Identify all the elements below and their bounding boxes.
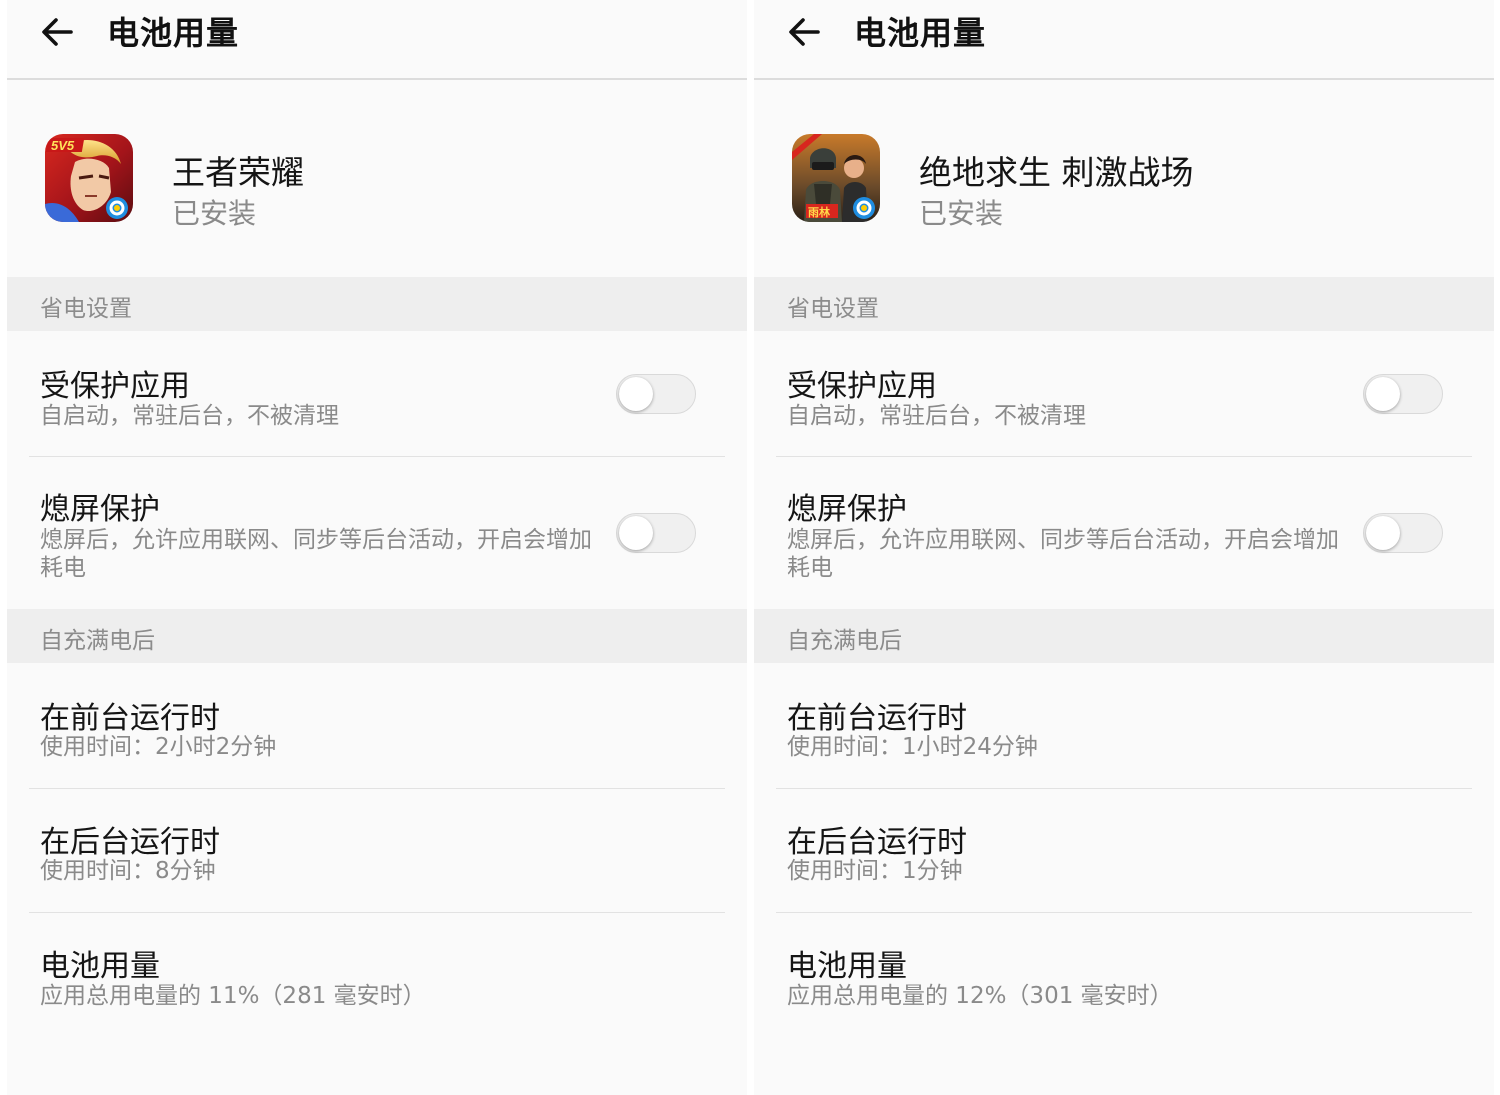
arrow-left-icon[interactable] (784, 12, 824, 52)
foreground-usage-row: 在前台运行时 使用时间：2小时2分钟 (7, 663, 747, 788)
protected-app-row[interactable]: 受保护应用 自启动，常驻后台，不被清理 (754, 331, 1494, 456)
battery-usage-panel-left: 电池用量 5V5 王者荣耀 已安装 省电设置 受保护应用 自启动，常驻后台，不被… (7, 0, 747, 1095)
row-title: 在后台运行时 (40, 825, 220, 860)
row-subtitle: 使用时间：1分钟 (787, 858, 963, 884)
protected-app-toggle[interactable] (1363, 374, 1443, 414)
section-header-since-full-charge: 自充满电后 (7, 609, 747, 663)
protected-app-row[interactable]: 受保护应用 自启动，常驻后台，不被清理 (7, 331, 747, 456)
app-info: 雨林 绝地求生 刺激战场 已安装 (754, 80, 1494, 277)
screen-off-protection-row[interactable]: 熄屏保护 熄屏后，允许应用联网、同步等后台活动，开启会增加耗电 (7, 457, 747, 609)
row-subtitle: 使用时间：8分钟 (40, 858, 216, 884)
battery-usage-row: 电池用量 应用总用电量的 11%（281 毫安时） (7, 913, 747, 1037)
top-app-bar: 电池用量 (7, 0, 747, 80)
app-badge-text: 5V5 (51, 138, 75, 153)
toggle-knob (619, 377, 653, 411)
section-header-power-saving: 省电设置 (754, 277, 1494, 331)
row-subtitle: 自启动，常驻后台，不被清理 (40, 403, 339, 429)
row-subtitle: 自启动，常驻后台，不被清理 (787, 403, 1086, 429)
row-title: 熄屏保护 (40, 492, 160, 527)
pubg-mobile-icon: 雨林 (792, 134, 880, 222)
protected-app-toggle[interactable] (616, 374, 696, 414)
background-usage-row: 在后台运行时 使用时间：1分钟 (754, 789, 1494, 913)
row-title: 电池用量 (787, 949, 907, 984)
row-title: 受保护应用 (787, 369, 937, 404)
screen-off-protection-toggle[interactable] (1363, 513, 1443, 553)
honor-of-kings-icon: 5V5 (45, 134, 133, 222)
app-name: 王者荣耀 (172, 153, 304, 192)
foreground-usage-row: 在前台运行时 使用时间：1小时24分钟 (754, 663, 1494, 788)
app-info: 5V5 王者荣耀 已安装 (7, 80, 747, 277)
arrow-left-icon[interactable] (37, 12, 77, 52)
row-subtitle: 熄屏后，允许应用联网、同步等后台活动，开启会增加耗电 (40, 527, 592, 581)
app-install-status: 已安装 (172, 197, 257, 230)
battery-usage-panel-right: 电池用量 雨林 绝地求生 刺激战场 已安装 省电设置 受保护应用 自启动，常驻后… (754, 0, 1494, 1095)
page-title: 电池用量 (854, 14, 987, 52)
background-usage-row: 在后台运行时 使用时间：8分钟 (7, 789, 747, 913)
page-title: 电池用量 (107, 14, 240, 52)
section-header-since-full-charge: 自充满电后 (754, 609, 1494, 663)
row-title: 在前台运行时 (787, 701, 967, 736)
row-title: 电池用量 (40, 949, 160, 984)
row-title: 在前台运行时 (40, 701, 220, 736)
app-install-status: 已安装 (919, 197, 1004, 230)
section-label: 省电设置 (787, 296, 879, 322)
toggle-knob (1366, 377, 1400, 411)
row-subtitle: 应用总用电量的 11%（281 毫安时） (40, 983, 426, 1009)
screen-off-protection-row[interactable]: 熄屏保护 熄屏后，允许应用联网、同步等后台活动，开启会增加耗电 (754, 457, 1494, 609)
row-subtitle: 使用时间：1小时24分钟 (787, 734, 1038, 760)
top-app-bar: 电池用量 (754, 0, 1494, 80)
screen-off-protection-toggle[interactable] (616, 513, 696, 553)
app-badge-text: 雨林 (808, 205, 830, 219)
row-title: 在后台运行时 (787, 825, 967, 860)
section-label: 自充满电后 (40, 628, 155, 654)
battery-usage-row: 电池用量 应用总用电量的 12%（301 毫安时） (754, 913, 1494, 1037)
row-subtitle: 使用时间：2小时2分钟 (40, 734, 277, 760)
toggle-knob (619, 516, 653, 550)
app-name: 绝地求生 刺激战场 (919, 153, 1194, 192)
section-header-power-saving: 省电设置 (7, 277, 747, 331)
row-title: 熄屏保护 (787, 492, 907, 527)
row-title: 受保护应用 (40, 369, 190, 404)
row-subtitle: 熄屏后，允许应用联网、同步等后台活动，开启会增加耗电 (787, 527, 1339, 581)
toggle-knob (1366, 516, 1400, 550)
section-label: 自充满电后 (787, 628, 902, 654)
row-subtitle: 应用总用电量的 12%（301 毫安时） (787, 983, 1173, 1009)
section-label: 省电设置 (40, 296, 132, 322)
